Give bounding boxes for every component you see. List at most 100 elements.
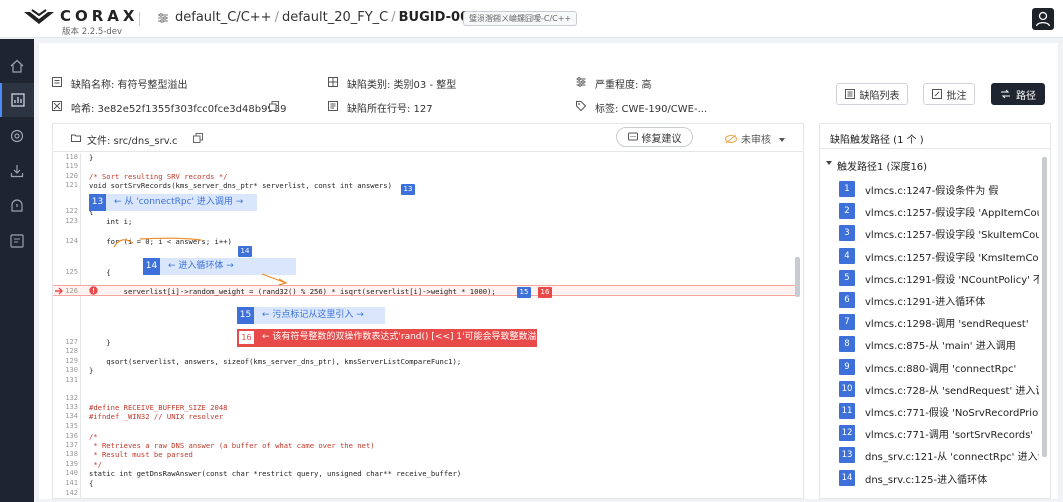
review-status-select[interactable]: 未审核 [725, 131, 786, 146]
code-line[interactable]: 143 [53, 497, 798, 498]
code-line[interactable]: 131 [53, 376, 798, 385]
code-line[interactable]: 137 * Retrieves a raw DNS answer (a buff… [53, 441, 798, 450]
code-line[interactable]: 118} [53, 153, 798, 162]
path-step-number: 3 [839, 225, 855, 242]
path-step-text: vlmcs.c:728-从 'sendRequest' 进入调用 [865, 385, 1039, 397]
line-number: 120 [65, 172, 78, 180]
path-scrollbar[interactable] [1042, 157, 1047, 457]
user-avatar-button[interactable] [1032, 8, 1054, 30]
path-step-text: vlmcs.c:1247-假设条件为 假 [865, 186, 999, 197]
code-text: static int getDnsRawAnswer(const char *r… [89, 469, 462, 478]
standard-badge: 璧涢潪鎺ㄨ崘鏍囧噯-C/C++ [463, 11, 578, 26]
code-line[interactable]: 135 [53, 422, 798, 431]
nav-alerts[interactable] [0, 189, 34, 223]
caret-down-icon[interactable] [826, 161, 832, 165]
path-icon [1001, 89, 1010, 99]
path-step-item[interactable]: 14 dns_srv.c:125-进入循环体 [839, 469, 1039, 487]
inline-tag-13[interactable]: 13 [401, 184, 415, 195]
path-step-item[interactable]: 2 vlmcs.c:1257-假设字段 'AppItemCount' [839, 202, 1039, 220]
breadcrumb-task[interactable]: default_20_FY_C [282, 10, 388, 25]
line-number: 122 [65, 207, 78, 215]
line-number: 128 [65, 347, 78, 355]
code-text: /* Sort resulting SRV records */ [89, 172, 228, 181]
path-group-label[interactable]: 触发路径1 (深度16) [837, 158, 927, 173]
download-icon [10, 165, 24, 178]
callout-step-13[interactable]: 13 ← 从 'connectRpc' 进入调用 → [89, 194, 257, 211]
nav-dashboard[interactable] [0, 83, 34, 117]
fix-suggestion-button[interactable]: 修复建议 [616, 127, 693, 147]
path-step-number: 8 [839, 336, 855, 353]
path-step-item[interactable]: 8 vlmcs.c:875-从 'main' 进入调用 [839, 335, 1039, 353]
code-line[interactable]: 138 * Result must be parsed [53, 450, 798, 459]
user-icon [1035, 11, 1051, 27]
chart-icon [11, 93, 25, 107]
code-line[interactable]: 130} [53, 366, 798, 375]
code-line[interactable]: 139 */ [53, 460, 798, 469]
path-step-item[interactable]: 11 vlmcs.c:771-假设 'NoSrvRecordPriority' [839, 402, 1039, 420]
code-scrollbar[interactable] [795, 257, 800, 297]
line-number: 135 [65, 422, 78, 430]
nav-download[interactable] [0, 154, 34, 188]
defect-name-icon [52, 77, 62, 87]
path-step-number: 12 [839, 425, 855, 442]
code-line[interactable]: 119 [53, 162, 798, 171]
copy-file-icon[interactable] [193, 133, 203, 143]
code-line[interactable]: 134 #ifndef _WIN32 // UNIX resolver [53, 412, 798, 421]
path-step-item[interactable]: 3 vlmcs.c:1257-假设字段 'SkuItemCount' [839, 224, 1039, 242]
code-line[interactable]: 136 /* [53, 432, 798, 441]
code-text: #define RECEIVE_BUFFER_SIZE 2048 [89, 403, 228, 412]
defect-severity: 严重程度: 高 [595, 80, 652, 91]
callout-step-15[interactable]: 15 ← 污点标记从这里引入 → [237, 307, 385, 324]
hash-icon [52, 101, 62, 111]
path-button[interactable]: 路径 [991, 83, 1045, 105]
line-number: 140 [65, 469, 78, 477]
app-root: CORAX 版本 2.2.5-dev default_C/C++ / default… [0, 0, 1063, 502]
path-step-item[interactable]: 13 dns_srv.c:121-从 'connectRpc' 进入调用 [839, 446, 1039, 464]
line-number: 143 [53, 497, 78, 498]
callout-step-16[interactable]: 16 ← 该有符号整数的双操作数表达式'rand() [<<] 1'可能会导致整数… [237, 329, 546, 347]
corax-logo[interactable]: CORAX 版本 2.2.5-dev [22, 6, 134, 37]
path-step-text: vlmcs.c:1257-假设字段 'SkuItemCount' [865, 230, 1039, 242]
line-number: 137 [65, 441, 78, 449]
code-line[interactable]: 140 static int getDnsRawAnswer(const char… [53, 469, 798, 478]
code-line[interactable]: 121 void sortSrvRecords(kms_server_dns_pt… [53, 181, 798, 190]
defect-line: 缺陷所在行号: 127 [347, 104, 433, 115]
annotate-button[interactable]: 批注 [923, 83, 975, 105]
inline-tag-16[interactable]: 16 [538, 287, 552, 298]
code-line[interactable]: 120 /* Sort resulting SRV records */ [53, 172, 798, 181]
code-line[interactable]: 128 [53, 347, 798, 356]
nav-home[interactable] [0, 49, 34, 83]
path-step-number: 10 [839, 380, 855, 397]
line-number: 139 [65, 460, 78, 468]
path-step-item[interactable]: 1 vlmcs.c:1247-假设条件为 假 [839, 180, 1039, 198]
path-step-item[interactable]: 6 vlmcs.c:1291-进入循环体 [839, 291, 1039, 309]
header-divider [139, 12, 140, 26]
inline-tag-15[interactable]: 15 [517, 287, 531, 298]
file-path: 文件: src/dns_srv.c [87, 136, 178, 147]
copy-icon[interactable] [269, 101, 279, 111]
nav-help[interactable] [0, 224, 34, 258]
code-text: qsort(serverlist, answers, sizeof(kms_se… [89, 357, 462, 366]
path-step-item[interactable]: 12 vlmcs.c:771-调用 'sortSrvRecords' [839, 424, 1039, 442]
code-line[interactable]: 141 { [53, 479, 798, 488]
line-number: 141 [65, 479, 78, 487]
path-step-text: vlmcs.c:1291-假设 'NCountPolicy' 不等于 [865, 274, 1039, 286]
code-line[interactable]: 123 int i; [53, 217, 798, 226]
line-number: 129 [65, 357, 78, 365]
path-step-item[interactable]: 4 vlmcs.c:1257-假设字段 'KmsItemCount' [839, 247, 1039, 265]
annotate-label: 批注 [946, 90, 967, 102]
code-line[interactable]: 129 qsort(serverlist, answers, sizeof(km… [53, 357, 798, 366]
breadcrumb-project[interactable]: default_C/C++ [175, 10, 272, 25]
nav-settings[interactable] [0, 119, 34, 153]
path-step-item[interactable]: 7 vlmcs.c:1298-调用 'sendRequest' [839, 313, 1039, 331]
path-step-number: 13 [839, 447, 855, 464]
path-step-item[interactable]: 9 vlmcs.c:880-调用 'connectRpc' [839, 358, 1039, 376]
path-step-item[interactable]: 10 vlmcs.c:728-从 'sendRequest' 进入调用 [839, 380, 1039, 398]
line-number: 127 [65, 338, 78, 346]
file-bar: 文件: src/dns_srv.c 修复建议 未审核 [53, 124, 803, 152]
code-line[interactable]: 133 #define RECEIVE_BUFFER_SIZE 2048 [53, 403, 798, 412]
top-header: CORAX 版本 2.2.5-dev default_C/C++ / default… [0, 0, 1063, 38]
path-step-item[interactable]: 5 vlmcs.c:1291-假设 'NCountPolicy' 不等于 [839, 269, 1039, 287]
code-line[interactable]: 132 [53, 394, 798, 403]
defect-list-button[interactable]: 缺陷列表 [836, 83, 908, 105]
